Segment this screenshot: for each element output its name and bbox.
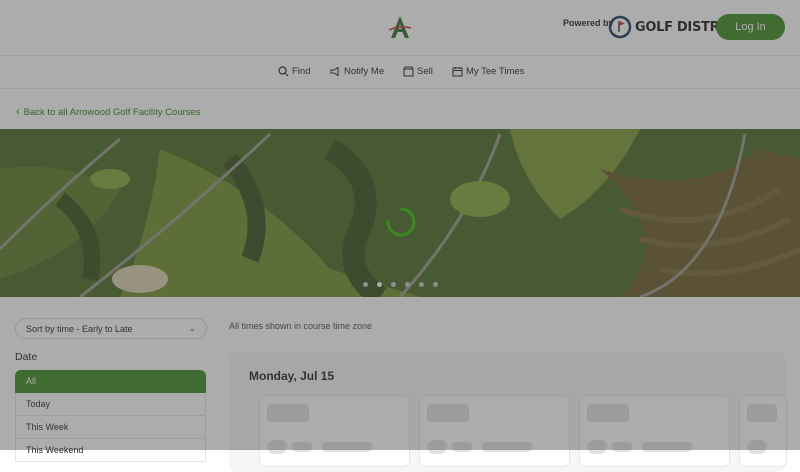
loading-spinner-icon (386, 207, 416, 237)
